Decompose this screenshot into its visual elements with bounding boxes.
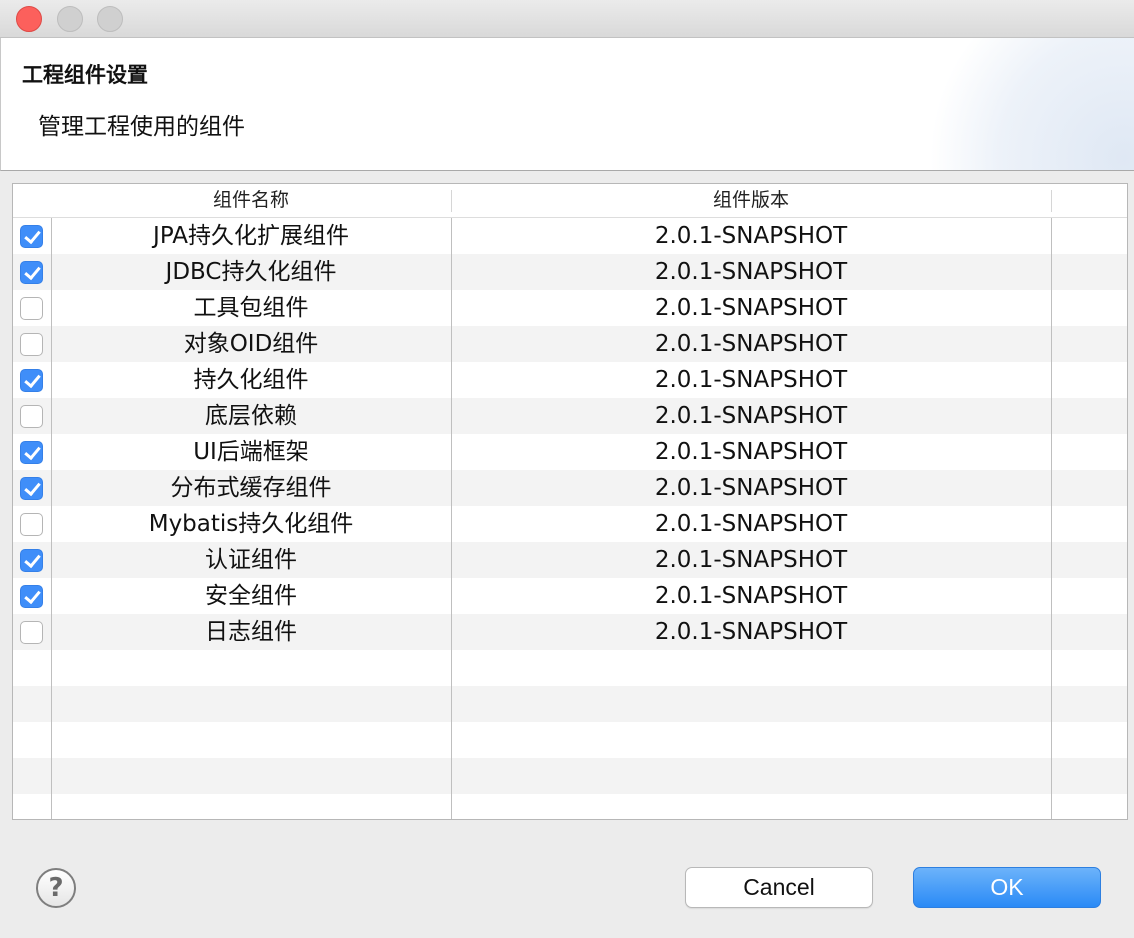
component-checkbox[interactable] bbox=[20, 225, 43, 248]
component-name: 安全组件 bbox=[205, 583, 297, 609]
question-mark-icon: ? bbox=[48, 873, 64, 903]
table-row[interactable]: 认证组件 2.0.1-SNAPSHOT bbox=[13, 542, 1127, 578]
component-checkbox[interactable] bbox=[20, 261, 43, 284]
component-checkbox[interactable] bbox=[20, 477, 43, 500]
table-row[interactable]: JDBC持久化组件 2.0.1-SNAPSHOT bbox=[13, 254, 1127, 290]
component-version: 2.0.1-SNAPSHOT bbox=[654, 403, 848, 429]
component-name: 日志组件 bbox=[205, 619, 297, 645]
component-name: 持久化组件 bbox=[193, 367, 309, 393]
component-version: 2.0.1-SNAPSHOT bbox=[654, 511, 848, 537]
column-divider bbox=[451, 218, 452, 819]
column-divider bbox=[1051, 218, 1052, 819]
window-minimize-button[interactable] bbox=[57, 6, 83, 32]
table-row bbox=[13, 794, 1127, 819]
component-checkbox[interactable] bbox=[20, 333, 43, 356]
component-name: 对象OID组件 bbox=[183, 331, 319, 357]
window-zoom-button[interactable] bbox=[97, 6, 123, 32]
window-close-button[interactable] bbox=[16, 6, 42, 32]
column-header-name[interactable]: 组件名称 bbox=[51, 184, 451, 217]
component-version: 2.0.1-SNAPSHOT bbox=[654, 583, 848, 609]
header-banner: 工程组件设置 管理工程使用的组件 bbox=[0, 38, 1134, 171]
component-version: 2.0.1-SNAPSHOT bbox=[654, 259, 848, 285]
table-row[interactable]: 工具包组件 2.0.1-SNAPSHOT bbox=[13, 290, 1127, 326]
component-version: 2.0.1-SNAPSHOT bbox=[654, 367, 848, 393]
component-name: 分布式缓存组件 bbox=[170, 475, 332, 501]
component-checkbox[interactable] bbox=[20, 621, 43, 644]
table-row[interactable]: 底层依赖 2.0.1-SNAPSHOT bbox=[13, 398, 1127, 434]
table-row[interactable]: 日志组件 2.0.1-SNAPSHOT bbox=[13, 614, 1127, 650]
component-version: 2.0.1-SNAPSHOT bbox=[654, 223, 848, 249]
table-row bbox=[13, 686, 1127, 722]
component-version: 2.0.1-SNAPSHOT bbox=[654, 619, 848, 645]
component-checkbox[interactable] bbox=[20, 297, 43, 320]
component-name: 底层依赖 bbox=[205, 403, 297, 429]
component-name: JPA持久化扩展组件 bbox=[153, 223, 349, 249]
component-checkbox[interactable] bbox=[20, 549, 43, 572]
component-checkbox[interactable] bbox=[20, 441, 43, 464]
component-name: 认证组件 bbox=[205, 547, 297, 573]
component-name: UI后端框架 bbox=[193, 439, 309, 465]
banner-decoration bbox=[914, 38, 1134, 170]
table-header: 组件名称 组件版本 bbox=[13, 184, 1127, 218]
help-icon[interactable]: ? bbox=[36, 868, 76, 908]
component-checkbox[interactable] bbox=[20, 405, 43, 428]
table-row bbox=[13, 650, 1127, 686]
title-bar bbox=[0, 0, 1134, 38]
table-row[interactable]: 分布式缓存组件 2.0.1-SNAPSHOT bbox=[13, 470, 1127, 506]
table-row[interactable]: Mybatis持久化组件 2.0.1-SNAPSHOT bbox=[13, 506, 1127, 542]
table-row bbox=[13, 758, 1127, 794]
component-checkbox[interactable] bbox=[20, 513, 43, 536]
component-version: 2.0.1-SNAPSHOT bbox=[654, 331, 848, 357]
dialog-description: 管理工程使用的组件 bbox=[38, 114, 245, 140]
table-row[interactable]: 安全组件 2.0.1-SNAPSHOT bbox=[13, 578, 1127, 614]
component-name: 工具包组件 bbox=[193, 295, 309, 321]
component-version: 2.0.1-SNAPSHOT bbox=[654, 547, 848, 573]
component-name: JDBC持久化组件 bbox=[165, 259, 337, 285]
components-table: 组件名称 组件版本 JPA持久化扩展组件 2.0.1-SNAPSHOT JDBC持久… bbox=[12, 183, 1128, 820]
component-checkbox[interactable] bbox=[20, 585, 43, 608]
table-row[interactable]: 对象OID组件 2.0.1-SNAPSHOT bbox=[13, 326, 1127, 362]
component-name: Mybatis持久化组件 bbox=[148, 511, 354, 537]
component-version: 2.0.1-SNAPSHOT bbox=[654, 475, 848, 501]
table-row[interactable]: 持久化组件 2.0.1-SNAPSHOT bbox=[13, 362, 1127, 398]
table-row bbox=[13, 722, 1127, 758]
dialog-title: 工程组件设置 bbox=[22, 63, 148, 87]
column-header-version[interactable]: 组件版本 bbox=[451, 184, 1051, 217]
cancel-button[interactable]: Cancel bbox=[685, 867, 873, 908]
ok-button[interactable]: OK bbox=[913, 867, 1101, 908]
component-version: 2.0.1-SNAPSHOT bbox=[654, 439, 848, 465]
table-body: JPA持久化扩展组件 2.0.1-SNAPSHOT JDBC持久化组件 2.0.1-S… bbox=[13, 218, 1127, 819]
component-checkbox[interactable] bbox=[20, 369, 43, 392]
component-version: 2.0.1-SNAPSHOT bbox=[654, 295, 848, 321]
table-row[interactable]: UI后端框架 2.0.1-SNAPSHOT bbox=[13, 434, 1127, 470]
column-divider[interactable] bbox=[1051, 190, 1052, 212]
table-row[interactable]: JPA持久化扩展组件 2.0.1-SNAPSHOT bbox=[13, 218, 1127, 254]
column-divider bbox=[51, 218, 52, 819]
